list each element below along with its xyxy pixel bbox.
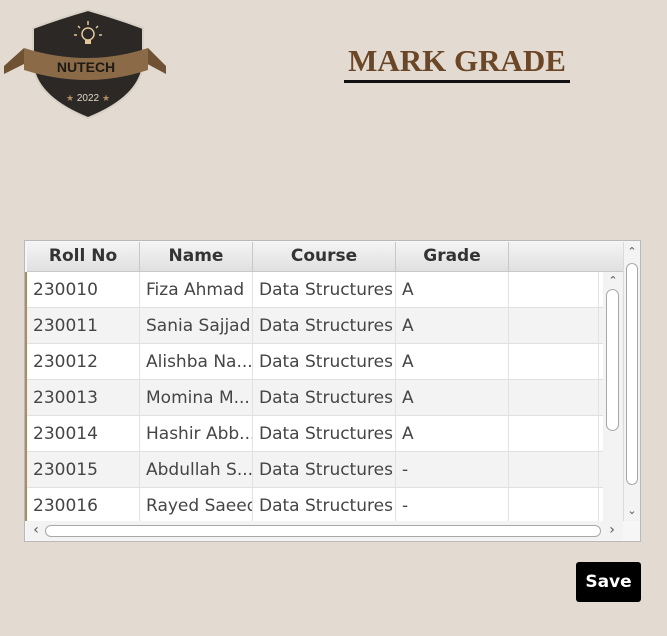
- table-row[interactable]: 230010 Fiza Ahmad Data Structures A: [27, 272, 603, 308]
- outer-vertical-scrollbar[interactable]: ⌃ ⌄: [623, 242, 640, 521]
- cell-course[interactable]: Data Structures: [253, 488, 396, 521]
- inner-vertical-scrollbar[interactable]: ⌃: [603, 272, 623, 521]
- cell-empty[interactable]: [509, 380, 599, 416]
- cell-name[interactable]: Momina M...: [140, 380, 253, 416]
- cell-name[interactable]: Fiza Ahmad: [140, 272, 253, 308]
- cell-roll-no[interactable]: 230011: [27, 308, 140, 344]
- table-row[interactable]: 230016 Rayed Saeed Data Structures -: [27, 488, 603, 521]
- cell-roll-no[interactable]: 230013: [27, 380, 140, 416]
- cell-grade[interactable]: A: [396, 308, 509, 344]
- chevron-right-icon[interactable]: ›: [604, 523, 620, 537]
- cell-empty[interactable]: [509, 416, 599, 452]
- cell-grade[interactable]: A: [396, 344, 509, 380]
- logo-name: NUTECH: [57, 59, 115, 75]
- svg-text:★: ★: [102, 94, 110, 104]
- chevron-up-icon[interactable]: ⌃: [624, 245, 640, 259]
- cell-course[interactable]: Data Structures: [253, 452, 396, 488]
- table-row[interactable]: 230012 Alishba Na... Data Structures A: [27, 344, 603, 380]
- chevron-left-icon[interactable]: ‹: [28, 523, 44, 537]
- horizontal-scrollbar[interactable]: ‹ ›: [27, 521, 623, 540]
- save-button[interactable]: Save: [576, 562, 641, 602]
- svg-text:★: ★: [66, 94, 74, 104]
- cell-roll-no[interactable]: 230010: [27, 272, 140, 308]
- cell-roll-no[interactable]: 230015: [27, 452, 140, 488]
- table-row[interactable]: 230013 Momina M... Data Structures A: [27, 380, 603, 416]
- cell-course[interactable]: Data Structures: [253, 308, 396, 344]
- column-header-empty[interactable]: [509, 242, 599, 272]
- chevron-down-icon[interactable]: ⌄: [624, 504, 640, 518]
- cell-grade[interactable]: A: [396, 272, 509, 308]
- cell-name[interactable]: Abdullah S...: [140, 452, 253, 488]
- cell-empty[interactable]: [509, 308, 599, 344]
- page-title: MARK GRADE: [344, 44, 570, 83]
- cell-grade[interactable]: -: [396, 452, 509, 488]
- cell-roll-no[interactable]: 230014: [27, 416, 140, 452]
- scrollbar-thumb[interactable]: [626, 263, 638, 485]
- cell-course[interactable]: Data Structures: [253, 416, 396, 452]
- cell-roll-no[interactable]: 230016: [27, 488, 140, 521]
- cell-name[interactable]: Sania Sajjad: [140, 308, 253, 344]
- cell-name[interactable]: Rayed Saeed: [140, 488, 253, 521]
- cell-empty[interactable]: [509, 272, 599, 308]
- cell-course[interactable]: Data Structures: [253, 380, 396, 416]
- chevron-up-icon[interactable]: ⌃: [605, 274, 621, 288]
- cell-grade[interactable]: A: [396, 416, 509, 452]
- cell-name[interactable]: Hashir Abb...: [140, 416, 253, 452]
- scrollbar-thumb[interactable]: [45, 525, 601, 537]
- cell-course[interactable]: Data Structures: [253, 344, 396, 380]
- table-row[interactable]: 230011 Sania Sajjad Data Structures A: [27, 308, 603, 344]
- column-header-course[interactable]: Course: [253, 242, 396, 272]
- table-header: Roll No Name Course Grade: [27, 242, 623, 272]
- cell-empty[interactable]: [509, 488, 599, 521]
- grades-table[interactable]: Roll No Name Course Grade 230010 Fiza Ah…: [24, 240, 641, 542]
- cell-roll-no[interactable]: 230012: [27, 344, 140, 380]
- cell-empty[interactable]: [509, 344, 599, 380]
- table-row[interactable]: 230014 Hashir Abb... Data Structures A: [27, 416, 603, 452]
- column-header-grade[interactable]: Grade: [396, 242, 509, 272]
- logo-year: 2022: [77, 93, 100, 104]
- column-header-roll-no[interactable]: Roll No: [27, 242, 140, 272]
- table-row[interactable]: 230015 Abdullah S... Data Structures -: [27, 452, 603, 488]
- cell-grade[interactable]: -: [396, 488, 509, 521]
- cell-empty[interactable]: [509, 452, 599, 488]
- cell-name[interactable]: Alishba Na...: [140, 344, 253, 380]
- scrollbar-thumb[interactable]: [606, 289, 619, 431]
- nutech-logo: NUTECH ★ ★ 2022: [2, 6, 168, 120]
- cell-grade[interactable]: A: [396, 380, 509, 416]
- table-body[interactable]: 230010 Fiza Ahmad Data Structures A 2300…: [27, 272, 603, 521]
- cell-course[interactable]: Data Structures: [253, 272, 396, 308]
- column-header-name[interactable]: Name: [140, 242, 253, 272]
